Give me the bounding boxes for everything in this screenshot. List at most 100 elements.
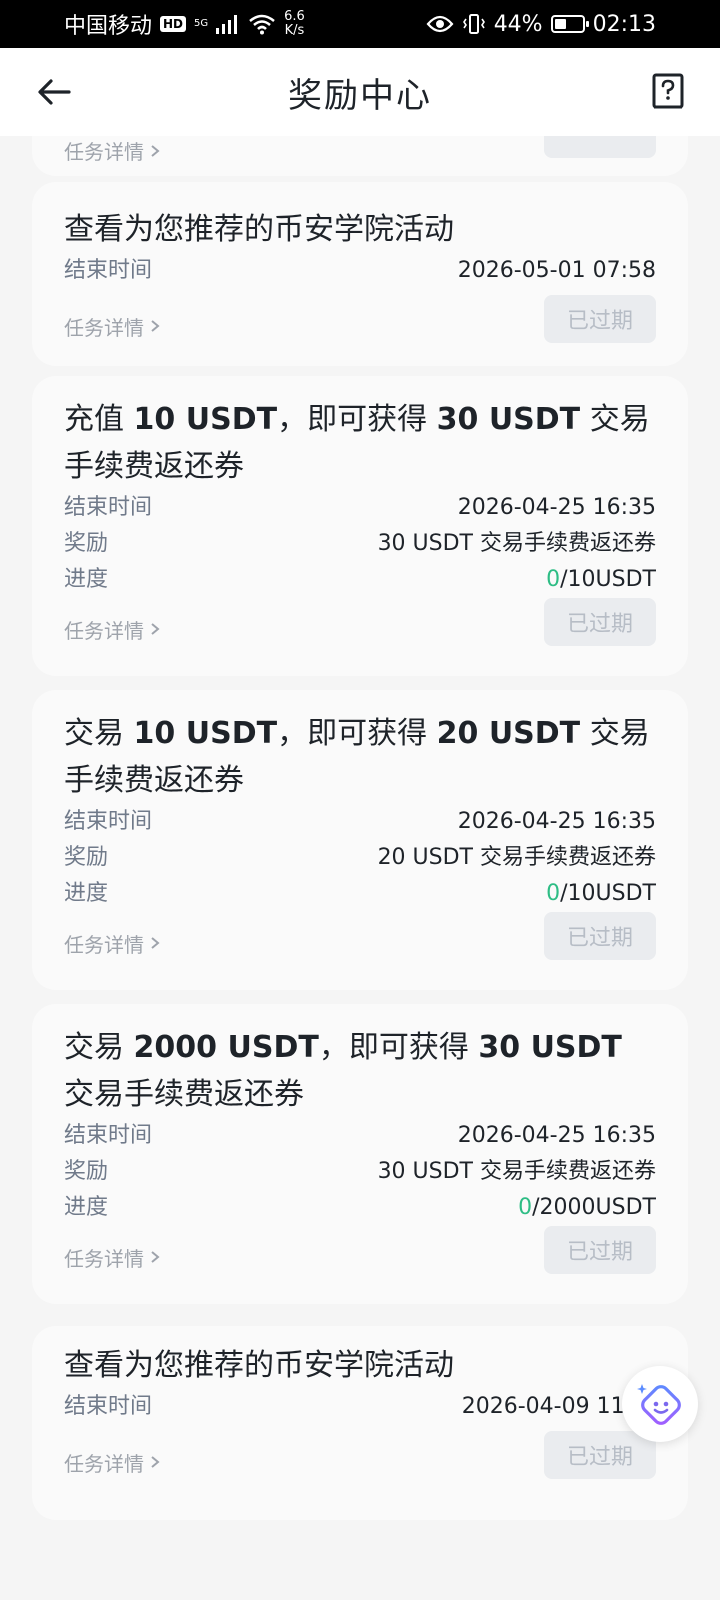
task-detail-label: 任务详情 <box>64 932 144 957</box>
expired-button[interactable]: 已过期 <box>544 1431 656 1479</box>
progress-value: 0/10USDT <box>546 562 656 598</box>
wifi-icon <box>249 14 275 35</box>
reward-value: 20 USDT 交易手续费返还券 <box>377 845 656 870</box>
reward-row: 奖励 30 USDT 交易手续费返还券 <box>64 1154 656 1190</box>
title-amount: 10 USDT <box>133 402 278 437</box>
task-detail-label: 任务详情 <box>64 315 144 340</box>
ai-assistant-button[interactable] <box>622 1366 698 1442</box>
reward-value: 30 USDT 交易手续费返还券 <box>377 1159 656 1184</box>
end-time-label: 结束时间 <box>64 1123 153 1148</box>
reward-label: 奖励 <box>64 845 109 870</box>
progress-label: 进度 <box>64 881 109 906</box>
title-amount: 10 USDT <box>133 716 278 751</box>
title-text: 交易手续费返还券 <box>64 1077 304 1112</box>
progress-label: 进度 <box>64 1195 109 1220</box>
task-title: 查看为您推荐的币安学院活动 <box>64 1348 454 1383</box>
task-detail-link[interactable]: 任务详情 <box>64 298 160 341</box>
progress-label: 进度 <box>64 567 109 592</box>
question-book-icon <box>652 73 684 109</box>
title-text: 交易 <box>64 716 134 751</box>
end-time-label: 结束时间 <box>64 809 153 834</box>
end-time-label: 结束时间 <box>64 258 153 283</box>
task-detail-label: 任务详情 <box>64 1246 144 1271</box>
app-header: 奖励中心 <box>0 48 720 136</box>
end-time-row: 结束时间 2026-04-25 16:35 <box>64 1118 656 1154</box>
hd-badge: HD <box>160 16 187 32</box>
task-detail-label: 任务详情 <box>64 1451 144 1476</box>
task-title: 查看为您推荐的币安学院活动 <box>64 212 454 247</box>
task-detail-link[interactable]: 任务详情 <box>64 601 160 644</box>
task-detail-link[interactable]: 任务详情 <box>64 915 160 958</box>
chevron-right-icon <box>151 1456 160 1468</box>
task-title: 交易 2000 USDT，即可获得 30 USDT 交易手续费返还券 <box>64 1004 656 1118</box>
back-button[interactable] <box>32 70 76 114</box>
end-time-row: 结束时间 2026-04-25 16:35 <box>64 804 656 840</box>
ai-assistant-icon <box>637 1384 681 1425</box>
end-time-row: 结束时间 2026-04-25 16:35 <box>64 490 656 526</box>
end-time-value: 2026-05-01 07:58 <box>457 258 656 283</box>
progress-row: 进度 0/2000USDT <box>64 1190 656 1226</box>
expired-button[interactable]: 已过期 <box>544 1226 656 1274</box>
end-time-label: 结束时间 <box>64 1394 153 1419</box>
chevron-right-icon <box>151 1251 160 1263</box>
task-footer: 任务详情 已过期 <box>64 598 656 646</box>
progress-total: /2000USDT <box>532 1195 656 1220</box>
title-amount: 20 USDT <box>436 716 581 751</box>
status-left: 中国移动 HD 5G 6.6 K/s <box>64 8 305 40</box>
status-right: 44% 02:13 <box>426 12 656 37</box>
reward-label: 奖励 <box>64 1159 109 1184</box>
task-card: 交易 10 USDT，即可获得 20 USDT 交易手续费返还券 结束时间 20… <box>32 690 688 990</box>
task-detail-link[interactable]: 任务详情 <box>64 1229 160 1272</box>
task-footer: 任务详情 已过期 <box>64 295 656 343</box>
expired-button[interactable]: 已过期 <box>544 912 656 960</box>
progress-current: 0 <box>546 567 561 592</box>
task-title: 交易 10 USDT，即可获得 20 USDT 交易手续费返还券 <box>64 690 656 804</box>
network-speed: 6.6 K/s <box>284 10 305 38</box>
task-footer: 任务详情 已过期 <box>64 1226 656 1274</box>
progress-total: /10USDT <box>560 567 656 592</box>
battery-percent: 44% <box>493 11 543 37</box>
signal-type-label: 5G <box>194 18 209 29</box>
title-amount: 2000 USDT <box>133 1030 319 1065</box>
task-detail-label: 任务详情 <box>64 140 144 164</box>
task-detail-link[interactable]: 任务详情 <box>64 1434 160 1477</box>
battery-icon <box>550 15 589 33</box>
end-time-row: 结束时间 2026-04-09 11: <box>64 1389 656 1425</box>
battery-level <box>554 19 566 29</box>
task-detail-label: 任务详情 <box>64 618 144 643</box>
end-time-value: 2026-04-09 11: <box>461 1394 632 1419</box>
vibrate-icon <box>462 14 485 34</box>
expired-button[interactable]: 已过期 <box>544 295 656 343</box>
reward-row: 奖励 20 USDT 交易手续费返还券 <box>64 840 656 876</box>
end-time-value: 2026-04-25 16:35 <box>457 1123 656 1148</box>
progress-value: 0/10USDT <box>546 876 656 912</box>
progress-current: 0 <box>518 1195 533 1220</box>
task-footer: 任务详情 已过期 <box>64 1431 656 1479</box>
title-text: ，即可获得 <box>277 716 437 751</box>
help-button[interactable] <box>648 72 688 112</box>
title-amount: 30 USDT <box>478 1030 622 1065</box>
chevron-right-icon <box>151 320 160 332</box>
carrier-name: 中国移动 <box>64 14 153 39</box>
page-title: 奖励中心 <box>288 75 432 116</box>
progress-row: 进度 0/10USDT <box>64 876 656 912</box>
progress-current: 0 <box>546 881 561 906</box>
title-text: 交易 <box>64 1030 134 1065</box>
task-card: 查看为您推荐的币安学院活动 结束时间 2026-04-09 11: 任务详情 已… <box>32 1326 688 1520</box>
network-speed-unit: K/s <box>284 23 305 38</box>
title-text: 充值 <box>64 402 134 437</box>
chevron-right-icon <box>151 937 160 949</box>
task-title: 充值 10 USDT，即可获得 30 USDT 交易手续费返还券 <box>64 376 656 490</box>
network-speed-value: 6.6 <box>284 9 305 24</box>
progress-total: /10USDT <box>560 881 656 906</box>
expired-button[interactable]: 已过期 <box>544 598 656 646</box>
title-amount: 30 USDT <box>436 402 581 437</box>
title-text: ，即可获得 <box>277 402 437 437</box>
end-time-label: 结束时间 <box>64 495 153 520</box>
task-card: 查看为您推荐的币安学院活动 结束时间 2026-05-01 07:58 任务详情… <box>32 182 688 366</box>
task-card: 充值 10 USDT，即可获得 30 USDT 交易手续费返还券 结束时间 20… <box>32 376 688 676</box>
reward-row: 奖励 30 USDT 交易手续费返还券 <box>64 526 656 562</box>
end-time-value: 2026-04-25 16:35 <box>457 495 656 520</box>
end-time-value: 2026-04-25 16:35 <box>457 809 656 834</box>
cellular-signal-icon <box>216 15 238 34</box>
